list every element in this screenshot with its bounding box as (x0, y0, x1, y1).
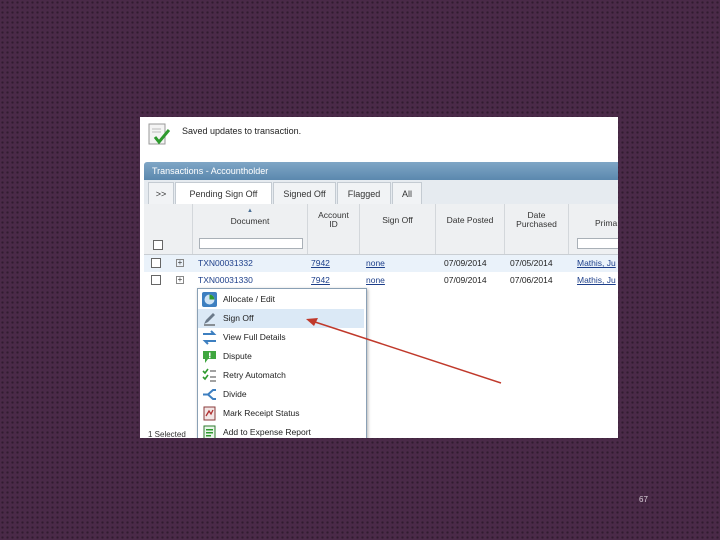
page-number: 67 (639, 495, 648, 504)
primary-link[interactable]: Mathis, Ju (577, 272, 616, 289)
expand-icon[interactable]: + (176, 276, 184, 284)
row-checkbox[interactable] (151, 258, 161, 268)
context-menu: Allocate / Edit Sign Off View Full Detai… (197, 288, 367, 438)
column-sign-off-label: Sign Off (382, 215, 413, 225)
panel-title: Transactions - Accountholder (144, 162, 618, 180)
menu-item-add-to-expense-report[interactable]: Add to Expense Report (198, 423, 364, 438)
row-checkbox[interactable] (151, 275, 161, 285)
table-row[interactable]: + TXN00031330 7942 none 07/09/2014 07/06… (144, 272, 618, 289)
column-account-id[interactable]: Account ID (308, 204, 360, 254)
select-all-column (144, 204, 193, 254)
menu-item-label: View Full Details (223, 332, 286, 342)
menu-item-label: Retry Automatch (223, 370, 286, 380)
menu-item-allocate-edit[interactable]: Allocate / Edit (198, 290, 364, 309)
document-cell[interactable]: TXN00031330 (198, 272, 253, 289)
document-cell[interactable]: TXN00031332 (198, 255, 253, 272)
table-row[interactable]: + TXN00031332 7942 none 07/09/2014 07/05… (144, 255, 618, 272)
report-icon (203, 425, 216, 438)
menu-item-label: Allocate / Edit (223, 294, 275, 304)
date-purchased-cell: 07/06/2014 (510, 275, 553, 285)
sort-up-icon: ▲ (247, 208, 253, 214)
column-date-posted-label: Date Posted (446, 215, 494, 225)
tab-signed-off[interactable]: Signed Off (273, 182, 336, 204)
menu-item-label: Sign Off (223, 313, 254, 323)
column-document-label: Document (230, 216, 270, 226)
speech-bubble-icon (203, 351, 216, 363)
transfer-arrows-icon (202, 330, 217, 345)
notice-text: Saved updates to transaction. (182, 126, 302, 136)
column-primary[interactable]: Prima (569, 204, 618, 254)
select-all-checkbox[interactable] (153, 240, 163, 250)
expand-icon[interactable]: + (176, 259, 184, 267)
column-date-posted[interactable]: Date Posted (436, 204, 505, 254)
tab-all[interactable]: All (392, 182, 422, 204)
sign-off-link[interactable]: none (366, 272, 385, 289)
pen-icon (204, 313, 215, 326)
column-document[interactable]: ▲ Document (193, 204, 308, 254)
checklist-icon (202, 368, 216, 382)
split-icon (203, 389, 216, 400)
tab-pending-sign-off[interactable]: Pending Sign Off (175, 182, 272, 205)
column-account-id-label: ID (329, 219, 338, 229)
grid-header: ▲ Document Account ID Sign Off Date Post… (144, 204, 618, 255)
tab-bar: >> Pending Sign Off Signed Off Flagged A… (144, 180, 618, 205)
tab-expand[interactable]: >> (148, 182, 174, 204)
receipt-icon (203, 406, 216, 421)
date-purchased-cell: 07/05/2014 (510, 258, 553, 268)
primary-filter-input[interactable] (577, 238, 618, 249)
menu-item-label: Add to Expense Report (223, 427, 311, 437)
success-notice: Saved updates to transaction. (140, 117, 618, 154)
menu-item-label: Dispute (223, 351, 252, 361)
column-sign-off[interactable]: Sign Off (360, 204, 436, 254)
account-id-link[interactable]: 7942 (311, 255, 330, 272)
menu-item-divide[interactable]: Divide (198, 385, 364, 404)
menu-item-sign-off[interactable]: Sign Off (198, 309, 364, 328)
column-primary-label: Prima (595, 218, 618, 228)
menu-item-label: Divide (223, 389, 247, 399)
menu-item-dispute[interactable]: Dispute (198, 347, 364, 366)
menu-item-retry-automatch[interactable]: Retry Automatch (198, 366, 364, 385)
document-filter-input[interactable] (199, 238, 303, 249)
pie-chart-icon (202, 292, 217, 307)
account-id-link[interactable]: 7942 (311, 272, 330, 289)
sign-off-link[interactable]: none (366, 255, 385, 272)
screenshot-window: Saved updates to transaction. Transactio… (140, 117, 618, 438)
tab-flagged[interactable]: Flagged (337, 182, 391, 204)
menu-item-view-full-details[interactable]: View Full Details (198, 328, 364, 347)
date-posted-cell: 07/09/2014 (444, 258, 487, 268)
column-purchased-label: Purchased (516, 219, 557, 229)
date-posted-cell: 07/09/2014 (444, 275, 487, 285)
menu-item-label: Mark Receipt Status (223, 408, 300, 418)
selected-count: 1 Selected (148, 430, 186, 438)
column-date-purchased[interactable]: Date Purchased (505, 204, 569, 254)
saved-check-icon (148, 123, 170, 145)
menu-item-mark-receipt-status[interactable]: Mark Receipt Status (198, 404, 364, 423)
primary-link[interactable]: Mathis, Ju (577, 255, 616, 272)
